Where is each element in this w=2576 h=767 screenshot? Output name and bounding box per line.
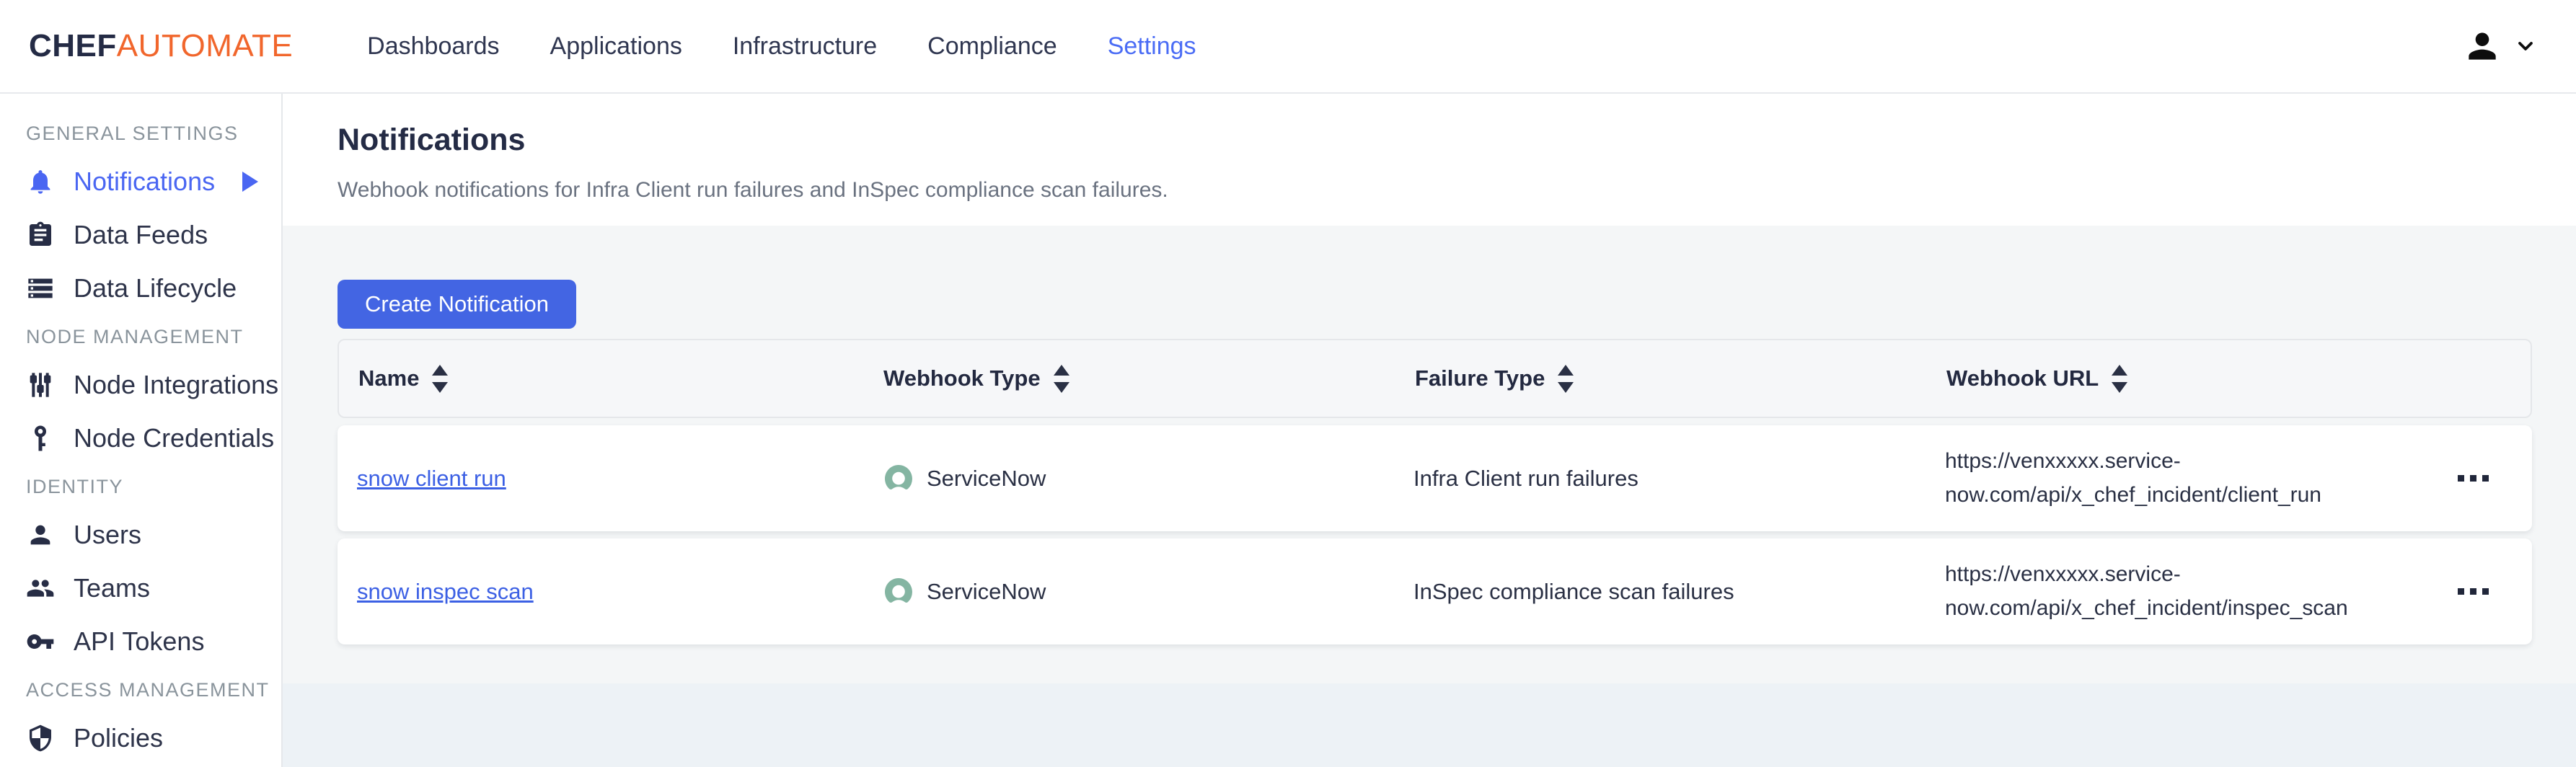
sort-arrows-icon[interactable] xyxy=(432,365,448,393)
more-options-button[interactable] xyxy=(2449,580,2497,603)
column-header-webhook-type[interactable]: Webhook Type xyxy=(883,365,1415,393)
column-header-webhook-url[interactable]: Webhook URL xyxy=(1946,365,2394,393)
page-footer-area xyxy=(283,683,2576,767)
sidebar-section-general-settings: GENERAL SETTINGS xyxy=(0,112,281,155)
column-header-failure-type[interactable]: Failure Type xyxy=(1415,365,1946,393)
webhook-url-cell: https://venxxxxx.service-now.com/api/x_c… xyxy=(1945,445,2392,512)
webhook-url-cell: https://venxxxxx.service-now.com/api/x_c… xyxy=(1945,558,2392,625)
sidebar-item-label: Notifications xyxy=(74,167,215,197)
nav-item-infrastructure[interactable]: Infrastructure xyxy=(707,32,902,61)
key-vertical-icon xyxy=(26,424,55,453)
notification-name-cell: snow client run xyxy=(357,466,882,492)
row-actions-cell xyxy=(2392,466,2532,490)
column-header-name[interactable]: Name xyxy=(358,365,883,393)
webhook-type-cell: ServiceNow xyxy=(882,575,1413,608)
logo-chef: CHEF xyxy=(29,28,117,63)
sidebar-item-node-credentials[interactable]: Node Credentials xyxy=(0,412,281,465)
failure-type-cell: Infra Client run failures xyxy=(1413,466,1945,492)
sidebar-item-label: Policies xyxy=(74,723,163,753)
row-actions-cell xyxy=(2392,580,2532,603)
user-avatar-icon xyxy=(2462,26,2502,66)
sidebar-item-data-lifecycle[interactable]: Data Lifecycle xyxy=(0,262,281,315)
primary-nav: Dashboards Applications Infrastructure C… xyxy=(342,32,1221,61)
page-subtitle: Webhook notifications for Infra Client r… xyxy=(338,178,2533,203)
sidebar-item-label: Data Feeds xyxy=(74,220,208,250)
sidebar-section-node-management: NODE MANAGEMENT xyxy=(0,315,281,358)
webhook-type-label: ServiceNow xyxy=(927,579,1046,605)
nav-item-dashboards[interactable]: Dashboards xyxy=(342,32,524,61)
column-label: Name xyxy=(358,365,419,391)
nav-item-compliance[interactable]: Compliance xyxy=(902,32,1082,61)
sidebar-item-notifications[interactable]: Notifications xyxy=(0,155,281,208)
sidebar-section-identity: IDENTITY xyxy=(0,465,281,508)
notifications-table: Name Webhook Type Failure Type Webhook U… xyxy=(338,339,2532,644)
key-icon xyxy=(26,627,55,656)
sidebar-item-users[interactable]: Users xyxy=(0,508,281,562)
sidebar-item-label: Data Lifecycle xyxy=(74,273,237,303)
sidebar-item-data-feeds[interactable]: Data Feeds xyxy=(0,208,281,262)
sidebar-item-label: Node Integrations xyxy=(74,370,278,400)
webhook-type-label: ServiceNow xyxy=(927,466,1046,492)
sidebar-item-node-integrations[interactable]: Node Integrations xyxy=(0,358,281,412)
sidebar-item-api-tokens[interactable]: API Tokens xyxy=(0,615,281,668)
top-navigation-bar: CHEFAUTOMATE Dashboards Applications Inf… xyxy=(0,0,2576,94)
page-header: Notifications Webhook notifications for … xyxy=(283,94,2576,226)
table-row: snow client run ServiceNow Infra Client … xyxy=(338,425,2532,531)
people-icon xyxy=(26,574,55,603)
shield-icon xyxy=(26,724,55,753)
column-label: Webhook Type xyxy=(883,365,1041,391)
chef-automate-logo[interactable]: CHEFAUTOMATE xyxy=(29,28,293,64)
main-content: Notifications Webhook notifications for … xyxy=(283,94,2576,767)
table-header-row: Name Webhook Type Failure Type Webhook U… xyxy=(338,339,2532,418)
clipboard-icon xyxy=(26,221,55,249)
sidebar-item-label: Users xyxy=(74,520,141,550)
nav-item-settings[interactable]: Settings xyxy=(1082,32,1222,61)
notification-name-link[interactable]: snow client run xyxy=(357,466,506,491)
storage-icon xyxy=(26,274,55,303)
notification-name-link[interactable]: snow inspec scan xyxy=(357,579,534,604)
sidebar-item-label: Node Credentials xyxy=(74,423,274,453)
settings-sidebar: GENERAL SETTINGS Notifications Data Feed… xyxy=(0,94,283,767)
sidebar-item-label: API Tokens xyxy=(74,626,204,657)
sidebar-item-teams[interactable]: Teams xyxy=(0,562,281,615)
page-body: Create Notification Name Webhook Type Fa… xyxy=(283,226,2576,683)
profile-menu[interactable] xyxy=(2462,26,2547,66)
sort-arrows-icon[interactable] xyxy=(1054,365,1069,393)
chevron-down-icon xyxy=(2514,35,2537,58)
servicenow-logo-icon xyxy=(882,575,915,608)
webhook-type-cell: ServiceNow xyxy=(882,462,1413,495)
page-title: Notifications xyxy=(338,123,2533,158)
failure-type-cell: InSpec compliance scan failures xyxy=(1413,579,1945,605)
table-row: snow inspec scan ServiceNow InSpec compl… xyxy=(338,538,2532,644)
column-label: Webhook URL xyxy=(1946,365,2099,391)
person-icon xyxy=(26,520,55,549)
servicenow-logo-icon xyxy=(882,462,915,495)
notification-name-cell: snow inspec scan xyxy=(357,579,882,605)
sidebar-item-label: Teams xyxy=(74,573,150,603)
more-options-button[interactable] xyxy=(2449,466,2497,490)
sidebar-section-access-management: ACCESS MANAGEMENT xyxy=(0,668,281,711)
bell-icon xyxy=(26,167,55,196)
logo-automate: AUTOMATE xyxy=(117,28,293,63)
nav-item-applications[interactable]: Applications xyxy=(525,32,707,61)
sort-arrows-icon[interactable] xyxy=(2112,365,2127,393)
column-label: Failure Type xyxy=(1415,365,1545,391)
sliders-icon xyxy=(26,371,55,399)
create-notification-button[interactable]: Create Notification xyxy=(338,280,576,329)
sort-arrows-icon[interactable] xyxy=(1558,365,1574,393)
caret-right-icon xyxy=(242,172,258,192)
sidebar-item-policies[interactable]: Policies xyxy=(0,711,281,765)
